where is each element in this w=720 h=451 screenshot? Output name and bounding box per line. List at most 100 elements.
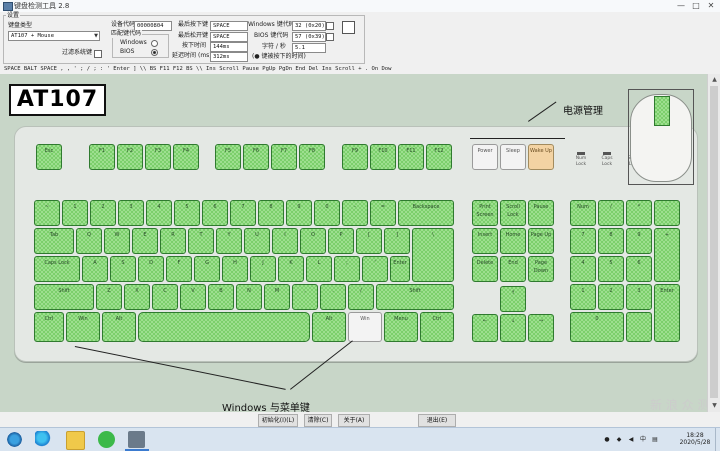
key-left-ctrl[interactable]: Ctrl bbox=[34, 312, 64, 342]
bios-keycode-checkbox[interactable] bbox=[326, 33, 334, 41]
key-r[interactable]: R bbox=[160, 228, 186, 254]
key-f4[interactable]: F4 bbox=[173, 144, 199, 170]
key-comma[interactable]: , bbox=[292, 284, 318, 310]
key-f1[interactable]: F1 bbox=[89, 144, 115, 170]
key-6[interactable]: 6 bbox=[202, 200, 228, 226]
key-f2[interactable]: F2 bbox=[117, 144, 143, 170]
key-right-win[interactable]: Win bbox=[348, 312, 382, 342]
key-left-win[interactable]: Win bbox=[66, 312, 100, 342]
scroll-down-icon[interactable]: ▼ bbox=[710, 401, 719, 410]
key-f5[interactable]: F5 bbox=[215, 144, 241, 170]
key-space[interactable] bbox=[138, 312, 310, 342]
clock[interactable]: 18:28 2020/5/28 bbox=[678, 432, 712, 446]
key-f12[interactable]: F12 bbox=[426, 144, 452, 170]
key-backspace[interactable]: Backspace bbox=[398, 200, 454, 226]
key-b[interactable]: B bbox=[208, 284, 234, 310]
wechat-icon[interactable] bbox=[98, 431, 115, 448]
key-2[interactable]: 2 bbox=[90, 200, 116, 226]
key-a[interactable]: A bbox=[82, 256, 108, 282]
key-num-2[interactable]: 2 bbox=[598, 284, 624, 310]
mode-windows-radio[interactable] bbox=[151, 40, 158, 47]
wechat-tray-icon[interactable]: ● bbox=[602, 436, 612, 443]
close-button[interactable]: ✕ bbox=[704, 0, 718, 12]
key-1[interactable]: 1 bbox=[62, 200, 88, 226]
key-num-1[interactable]: 1 bbox=[570, 284, 596, 310]
key-left-bracket[interactable]: [ bbox=[356, 228, 382, 254]
key-v[interactable]: V bbox=[180, 284, 206, 310]
start-icon[interactable] bbox=[6, 431, 23, 448]
key-8[interactable]: 8 bbox=[258, 200, 284, 226]
mouse-button[interactable] bbox=[654, 96, 670, 126]
key-i[interactable]: I bbox=[272, 228, 298, 254]
key-h[interactable]: H bbox=[222, 256, 248, 282]
keyboard-tool-icon[interactable] bbox=[128, 431, 145, 448]
filter-system-keys-checkbox[interactable] bbox=[94, 50, 102, 58]
key-home[interactable]: Home bbox=[500, 228, 526, 254]
key-enter[interactable]: Enter bbox=[390, 256, 410, 282]
key-page-up[interactable]: Page Up bbox=[528, 228, 554, 254]
key-minus[interactable]: - bbox=[342, 200, 368, 226]
key-o[interactable]: O bbox=[300, 228, 326, 254]
key-num-minus[interactable]: - bbox=[654, 200, 680, 226]
key-quote[interactable]: ' bbox=[362, 256, 388, 282]
key-right-ctrl[interactable]: Ctrl bbox=[420, 312, 454, 342]
key-num-6[interactable]: 6 bbox=[626, 256, 652, 282]
key-print-screen[interactable]: Print Screen bbox=[472, 200, 498, 226]
key-p[interactable]: P bbox=[328, 228, 354, 254]
key-num-divide[interactable]: / bbox=[598, 200, 624, 226]
about-button[interactable]: 关于(A) bbox=[338, 414, 370, 427]
speaker-icon[interactable]: ◀ bbox=[626, 436, 636, 443]
chevron-down-icon[interactable]: ▼ bbox=[93, 32, 99, 40]
key-g[interactable]: G bbox=[194, 256, 220, 282]
key-semicolon[interactable]: ; bbox=[334, 256, 360, 282]
key-f6[interactable]: F6 bbox=[243, 144, 269, 170]
edge-browser-icon[interactable] bbox=[35, 431, 52, 448]
key-num-enter[interactable]: Enter bbox=[654, 284, 680, 342]
key-arrow-right[interactable]: → bbox=[528, 314, 554, 342]
key-backslash[interactable]: \ bbox=[412, 228, 454, 282]
key-f9[interactable]: F9 bbox=[342, 144, 368, 170]
key-f10[interactable]: F10 bbox=[370, 144, 396, 170]
windows-keycode-checkbox[interactable] bbox=[326, 22, 334, 30]
sound-toggle-checkbox[interactable] bbox=[342, 21, 355, 34]
key-y[interactable]: Y bbox=[216, 228, 242, 254]
key-num-multiply[interactable]: * bbox=[626, 200, 652, 226]
key-slash[interactable]: / bbox=[348, 284, 374, 310]
key-k[interactable]: K bbox=[278, 256, 304, 282]
key-f11[interactable]: F11 bbox=[398, 144, 424, 170]
key-tilde[interactable]: ~ bbox=[34, 200, 60, 226]
key-q[interactable]: Q bbox=[76, 228, 102, 254]
key-n[interactable]: N bbox=[236, 284, 262, 310]
key-f[interactable]: F bbox=[166, 256, 192, 282]
scroll-up-icon[interactable]: ▲ bbox=[710, 75, 719, 84]
key-wake-up[interactable]: Wake Up bbox=[528, 144, 554, 170]
key-7[interactable]: 7 bbox=[230, 200, 256, 226]
reset-button[interactable]: 初始化(I)(L) bbox=[258, 414, 298, 427]
keyboard-type-select[interactable]: AT107 + Mouse bbox=[8, 31, 100, 41]
key-num-lock[interactable]: Num bbox=[570, 200, 596, 226]
key-sleep[interactable]: Sleep bbox=[500, 144, 526, 170]
key-d[interactable]: D bbox=[138, 256, 164, 282]
key-9[interactable]: 9 bbox=[286, 200, 312, 226]
network-icon[interactable]: ▤ bbox=[650, 436, 660, 443]
key-u[interactable]: U bbox=[244, 228, 270, 254]
shield-icon[interactable]: ◆ bbox=[614, 436, 624, 443]
key-num-9[interactable]: 9 bbox=[626, 228, 652, 254]
key-page-down[interactable]: Page Down bbox=[528, 256, 554, 282]
key-delete[interactable]: Delete bbox=[472, 256, 498, 282]
key-e[interactable]: E bbox=[132, 228, 158, 254]
key-num-0[interactable]: 0 bbox=[570, 312, 624, 342]
scroll-thumb[interactable] bbox=[710, 86, 718, 398]
key-m[interactable]: M bbox=[264, 284, 290, 310]
show-desktop-button[interactable] bbox=[715, 428, 720, 451]
key-tab[interactable]: Tab bbox=[34, 228, 74, 254]
key-l[interactable]: L bbox=[306, 256, 332, 282]
key-arrow-left[interactable]: ← bbox=[472, 314, 498, 342]
clear-button[interactable]: 清除(C) bbox=[304, 414, 332, 427]
key-pause[interactable]: Pause bbox=[528, 200, 554, 226]
ime-indicator[interactable]: 中 bbox=[638, 436, 648, 443]
key-insert[interactable]: Insert bbox=[472, 228, 498, 254]
key-j[interactable]: J bbox=[250, 256, 276, 282]
minimize-button[interactable]: — bbox=[674, 0, 688, 12]
key-menu[interactable]: Menu bbox=[384, 312, 418, 342]
